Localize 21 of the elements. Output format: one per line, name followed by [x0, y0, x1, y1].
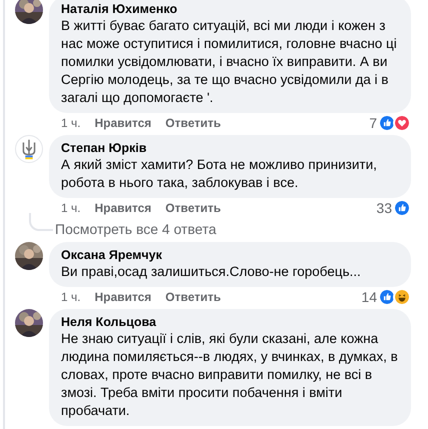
author-name[interactable]: Оксана Яремчук — [61, 247, 399, 263]
comment-time[interactable]: 1 ч. — [61, 114, 81, 132]
author-name[interactable]: Неля Кольцова — [61, 314, 399, 330]
comment-text: В житті буває багато ситуацій, всі ми люди і кожен з нас може оступитися і помилитися, головне вчасно ці помилки усвідомлювати, і вчасно їх виправити. А ви Сергію молодець, за те що вчасно усвідомили да і в загалі що допомогаєте '. — [61, 17, 398, 107]
comment-text: Ви праві,осад залишиться.Слово-не горобець... — [61, 263, 362, 281]
like-link[interactable]: Нравится — [94, 288, 152, 306]
reply-link[interactable]: Ответить — [165, 288, 221, 306]
author-name[interactable]: Степан Юрків — [61, 140, 399, 156]
comment-text: А який зміст хамити? Бота не можливо принизити, робота в нього така, заблокував і все. — [61, 156, 378, 192]
comment-time[interactable]: 1 ч. — [61, 199, 81, 217]
reaction-count[interactable]: 33 — [376, 198, 392, 218]
view-replies-link[interactable]: Посмотреть все 4 ответа — [53, 218, 216, 240]
author-name[interactable]: Наталія Юхименко — [61, 1, 399, 17]
comment-text: Не знаю ситуації і слів, які були сказані, але кожна людина помиляється--в людях, у вчинках, в думках, в словах, проте вчасно виправити помилку, не всі в змозі. Треба вміти просити побачення і вміти пробачати. — [61, 330, 399, 420]
reaction-count[interactable]: 14 — [361, 286, 377, 308]
reaction-count[interactable]: 7 — [369, 112, 377, 134]
like-link[interactable]: Нравится — [94, 114, 152, 132]
reply-link[interactable]: Ответить — [165, 199, 221, 217]
like-link[interactable]: Нравится — [94, 199, 152, 217]
reply-link[interactable]: Ответить — [165, 114, 221, 132]
comment-time[interactable]: 1 ч. — [61, 288, 81, 306]
